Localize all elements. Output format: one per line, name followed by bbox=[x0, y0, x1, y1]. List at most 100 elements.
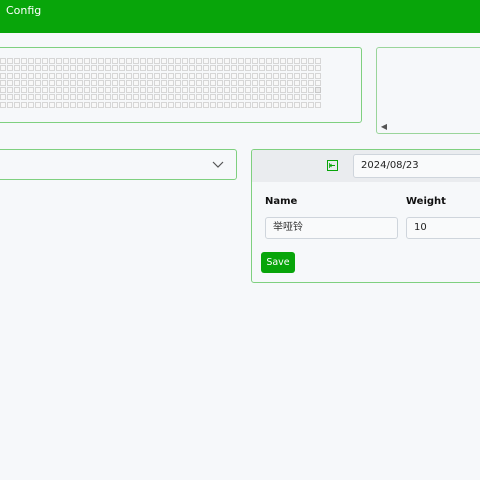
grid-cell[interactable] bbox=[49, 94, 55, 101]
grid-cell[interactable] bbox=[266, 79, 272, 86]
grid-cell[interactable] bbox=[238, 87, 244, 93]
grid-cell[interactable] bbox=[63, 94, 69, 101]
grid-cell[interactable] bbox=[217, 58, 223, 64]
grid-cell[interactable] bbox=[91, 87, 97, 93]
grid-cell[interactable] bbox=[210, 101, 216, 108]
grid-cell[interactable] bbox=[0, 58, 6, 64]
grid-cell[interactable] bbox=[259, 79, 265, 86]
grid-cell[interactable] bbox=[287, 94, 293, 101]
grid-cell[interactable] bbox=[63, 87, 69, 93]
grid-cell[interactable] bbox=[182, 58, 188, 64]
grid-cell[interactable] bbox=[315, 65, 321, 72]
grid-cell[interactable] bbox=[259, 72, 265, 79]
grid-cell[interactable] bbox=[112, 94, 118, 101]
grid-cell[interactable] bbox=[42, 58, 48, 64]
grid-cell[interactable] bbox=[231, 72, 237, 79]
grid-cell[interactable] bbox=[196, 94, 202, 101]
grid-cell[interactable] bbox=[14, 79, 20, 86]
grid-cell[interactable] bbox=[91, 72, 97, 79]
grid-cell[interactable] bbox=[140, 72, 146, 79]
grid-cell[interactable] bbox=[91, 79, 97, 86]
grid-cell[interactable] bbox=[280, 65, 286, 72]
grid-cell[interactable] bbox=[315, 101, 321, 108]
grid-cell[interactable] bbox=[224, 101, 230, 108]
grid-cell[interactable] bbox=[252, 65, 258, 72]
grid-cell[interactable] bbox=[126, 94, 132, 101]
grid-cell[interactable] bbox=[56, 101, 62, 108]
grid-cell[interactable] bbox=[91, 58, 97, 64]
grid-cell[interactable] bbox=[133, 65, 139, 72]
grid-cell[interactable] bbox=[21, 72, 27, 79]
grid-cell[interactable] bbox=[196, 72, 202, 79]
grid-cell[interactable] bbox=[84, 79, 90, 86]
grid-cell[interactable] bbox=[154, 101, 160, 108]
grid-cell[interactable] bbox=[308, 94, 314, 101]
grid-cell[interactable] bbox=[182, 72, 188, 79]
grid-cell[interactable] bbox=[196, 65, 202, 72]
grid-cell[interactable] bbox=[0, 65, 6, 72]
grid-cell[interactable] bbox=[28, 79, 34, 86]
grid-cell[interactable] bbox=[224, 79, 230, 86]
grid-cell[interactable] bbox=[7, 79, 13, 86]
grid-cell[interactable] bbox=[147, 87, 153, 93]
grid-cell[interactable] bbox=[224, 58, 230, 64]
grid-cell[interactable] bbox=[35, 101, 41, 108]
grid-cell[interactable] bbox=[126, 79, 132, 86]
grid-cell[interactable] bbox=[217, 101, 223, 108]
grid-cell[interactable] bbox=[259, 94, 265, 101]
grid-cell[interactable] bbox=[189, 87, 195, 93]
grid-cell[interactable] bbox=[308, 79, 314, 86]
grid-cell[interactable] bbox=[49, 58, 55, 64]
grid-cell[interactable] bbox=[161, 79, 167, 86]
grid-cell[interactable] bbox=[0, 79, 6, 86]
grid-cell[interactable] bbox=[245, 87, 251, 93]
grid-cell[interactable] bbox=[238, 79, 244, 86]
grid-cell[interactable] bbox=[154, 72, 160, 79]
grid-cell[interactable] bbox=[70, 58, 76, 64]
grid-cell[interactable] bbox=[308, 58, 314, 64]
grid-cell[interactable] bbox=[56, 65, 62, 72]
grid-cell[interactable] bbox=[189, 94, 195, 101]
grid-cell[interactable] bbox=[140, 58, 146, 64]
grid-cell[interactable] bbox=[308, 65, 314, 72]
grid-cell[interactable] bbox=[301, 72, 307, 79]
grid-cell[interactable] bbox=[273, 72, 279, 79]
grid-cell[interactable] bbox=[280, 79, 286, 86]
grid-cell[interactable] bbox=[168, 79, 174, 86]
grid-cell[interactable] bbox=[28, 65, 34, 72]
grid-cell[interactable] bbox=[315, 72, 321, 79]
grid-cell[interactable] bbox=[266, 94, 272, 101]
grid-cell[interactable] bbox=[49, 87, 55, 93]
grid-cell[interactable] bbox=[294, 72, 300, 79]
grid-cell[interactable] bbox=[231, 65, 237, 72]
weight-input[interactable]: 10 bbox=[406, 217, 480, 239]
grid-cell[interactable] bbox=[154, 58, 160, 64]
grid-cell[interactable] bbox=[301, 65, 307, 72]
grid-cell[interactable] bbox=[238, 101, 244, 108]
grid-cell[interactable] bbox=[42, 87, 48, 93]
grid-cell[interactable] bbox=[7, 72, 13, 79]
grid-cell[interactable] bbox=[98, 58, 104, 64]
grid-cell[interactable] bbox=[70, 79, 76, 86]
grid-cell[interactable] bbox=[301, 58, 307, 64]
grid-cell[interactable] bbox=[245, 72, 251, 79]
grid-cell[interactable] bbox=[168, 58, 174, 64]
grid-cell[interactable] bbox=[287, 79, 293, 86]
grid-cell[interactable] bbox=[56, 87, 62, 93]
grid-cell[interactable] bbox=[133, 79, 139, 86]
grid-cell[interactable] bbox=[98, 101, 104, 108]
grid-cell[interactable] bbox=[161, 94, 167, 101]
grid-cell[interactable] bbox=[175, 94, 181, 101]
grid-cell[interactable] bbox=[175, 58, 181, 64]
grid-cell[interactable] bbox=[182, 87, 188, 93]
grid-cell[interactable] bbox=[77, 87, 83, 93]
grid-cell[interactable] bbox=[196, 101, 202, 108]
grid-cell[interactable] bbox=[84, 58, 90, 64]
date-input[interactable]: 2024/08/23 bbox=[353, 154, 480, 178]
grid-cell[interactable] bbox=[182, 79, 188, 86]
grid-cell[interactable] bbox=[119, 79, 125, 86]
grid-cell[interactable] bbox=[224, 94, 230, 101]
grid-cell[interactable] bbox=[224, 65, 230, 72]
grid-cell[interactable] bbox=[308, 87, 314, 93]
grid-cell[interactable] bbox=[231, 58, 237, 64]
